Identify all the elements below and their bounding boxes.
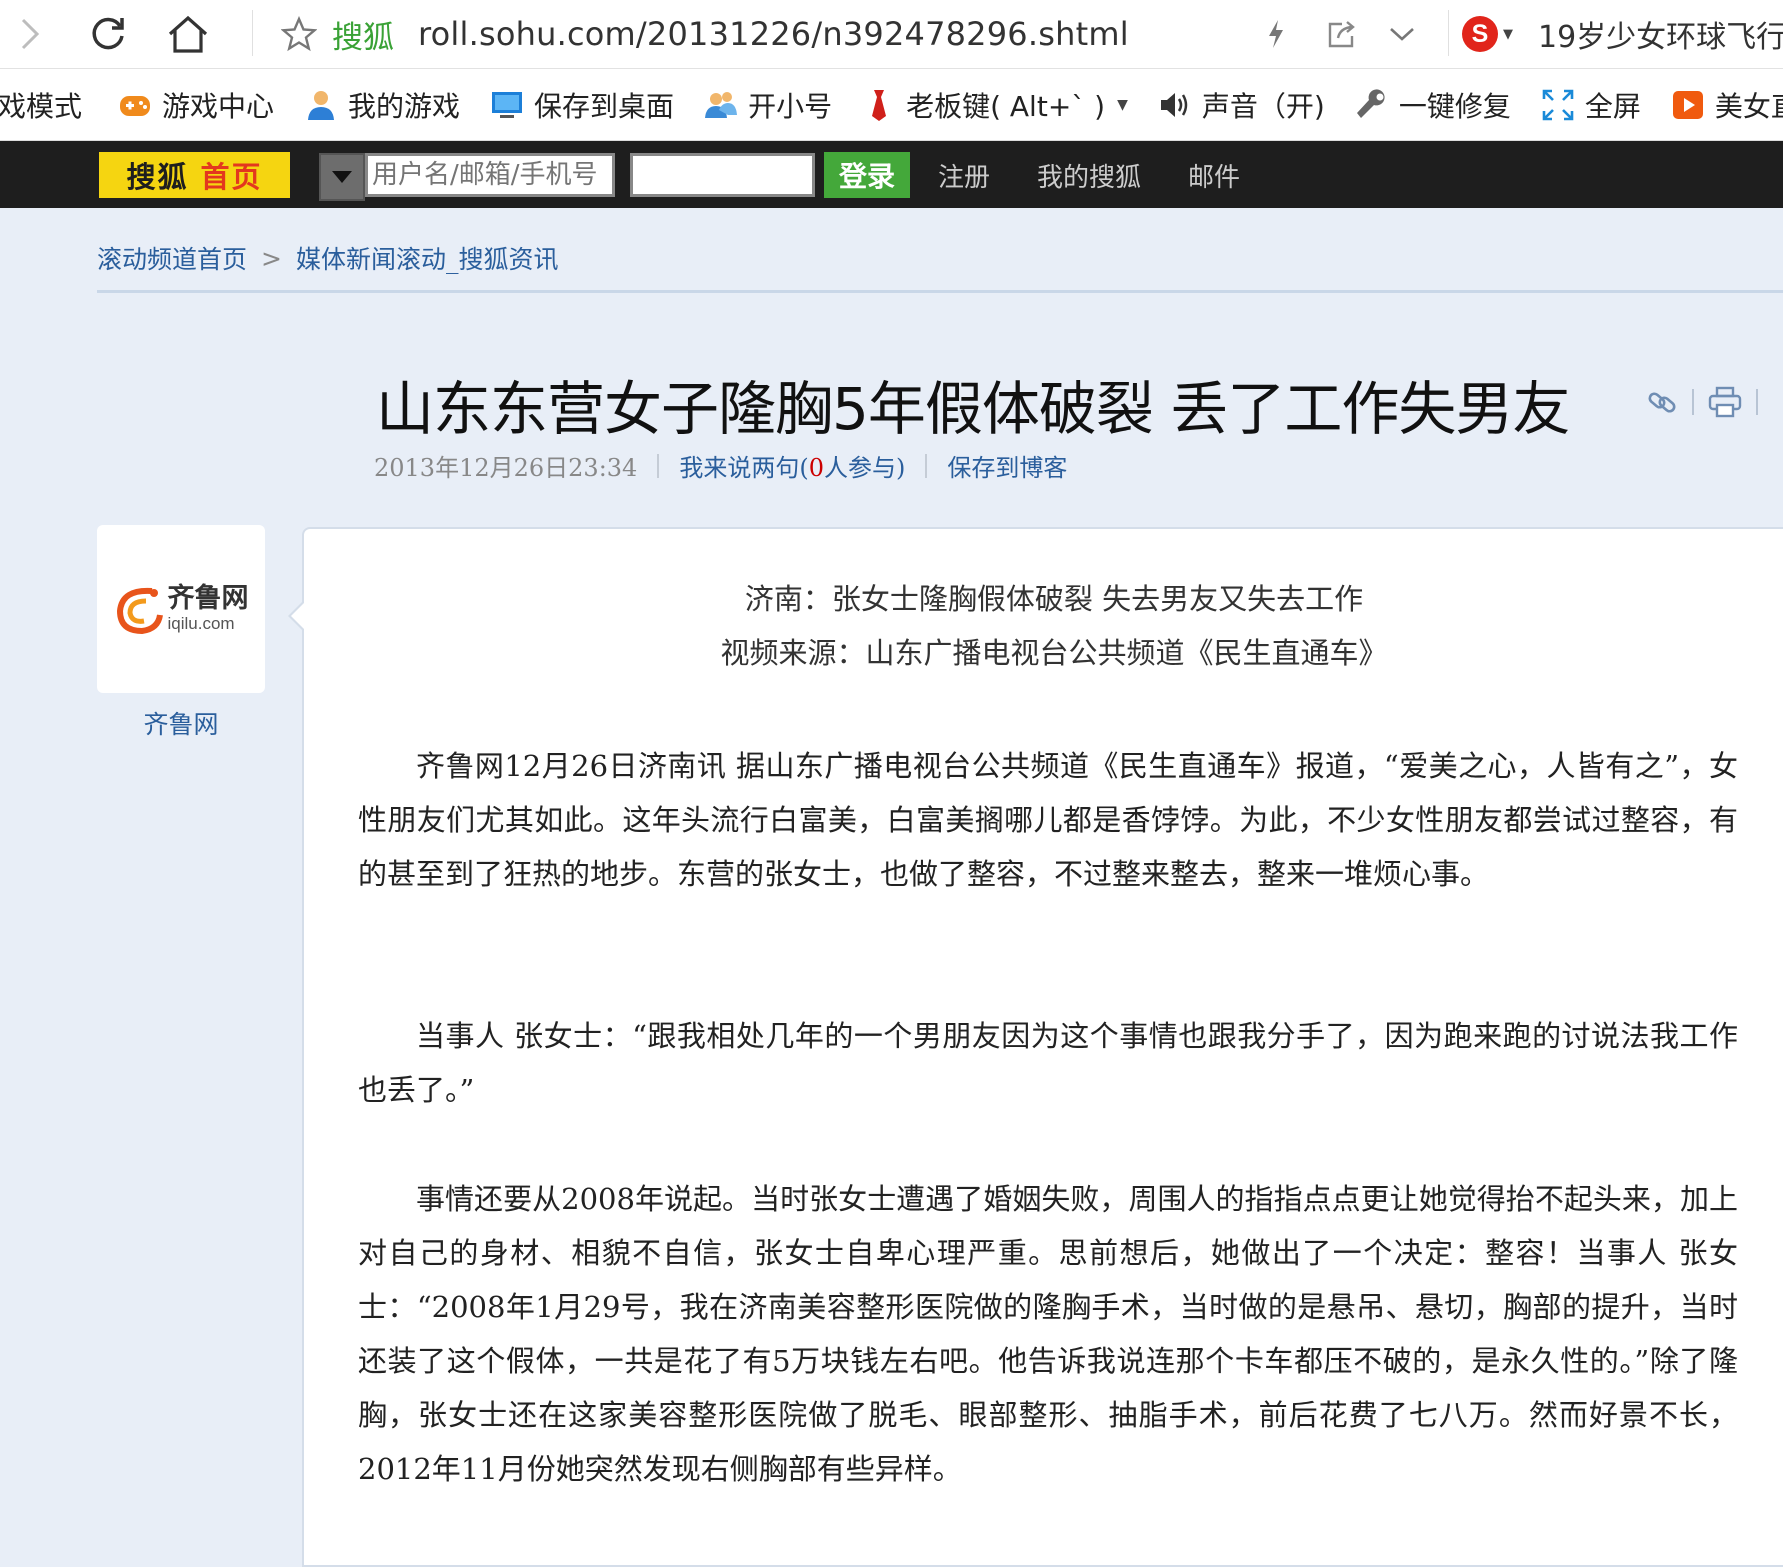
source-logo-main: 齐鲁网: [167, 583, 249, 614]
toolbar-item-label: 美女直: [1714, 89, 1783, 123]
site-brand-label: 搜狐: [332, 19, 394, 56]
speaker-icon: [1160, 92, 1188, 117]
breadcrumb: 滚动频道首页 > 媒体新闻滚动_搜狐资讯: [97, 240, 558, 276]
bookmark-star-button[interactable]: [276, 6, 322, 62]
toolbar-item-label: 开小号: [748, 89, 833, 123]
gamepad-icon: [120, 95, 151, 116]
user-icon: [308, 90, 335, 120]
tools-divider: [1692, 389, 1694, 415]
triangle-down-icon: [332, 171, 352, 183]
save-to-blog-link[interactable]: 保存到博客: [947, 448, 1067, 483]
mail-link[interactable]: 邮件: [1188, 157, 1240, 194]
article-meta: 2013年12月26日23:34 我来说两句(0人参与) 保存到博客: [374, 448, 1067, 483]
lightning-icon: [1269, 20, 1283, 48]
monitor-icon: [492, 91, 523, 118]
toolbar-item-my-games[interactable]: 我的游戏: [304, 85, 460, 125]
register-link[interactable]: 注册: [938, 157, 990, 194]
breadcrumb-separator: >: [261, 243, 282, 273]
toolbar-item-sound[interactable]: 声音（开): [1158, 85, 1325, 125]
breadcrumb-current-link[interactable]: 媒体新闻滚动_搜狐资讯: [296, 240, 559, 276]
toolbar-item-save-desktop[interactable]: 保存到桌面: [490, 85, 674, 125]
source-logo-card[interactable]: 齐鲁网 iqilu.com: [97, 525, 265, 693]
share-icon: [1328, 21, 1355, 48]
tie-icon: [872, 89, 887, 121]
meta-divider: [925, 453, 928, 478]
link-icon[interactable]: [1646, 386, 1678, 418]
home-button[interactable]: [158, 6, 218, 62]
wrench-icon: [1356, 88, 1385, 118]
iqilu-swirl-icon: [116, 587, 163, 635]
login-type-dropdown[interactable]: [319, 153, 365, 201]
browser-toolbar: 戏模式 游戏中心 我的游戏 保存到桌面 开小号 老板键( Alt+` ) ▼ 声…: [0, 69, 1783, 141]
toolbar-item-label: 老板键( Alt+` ): [906, 89, 1106, 123]
forward-button[interactable]: [12, 6, 48, 62]
username-input[interactable]: [365, 153, 615, 197]
login-button[interactable]: 登录: [824, 152, 910, 198]
source-logo-sub: iqilu.com: [167, 614, 235, 633]
toolbar-item-label: 声音（开): [1201, 89, 1325, 123]
share-button[interactable]: [1318, 6, 1364, 62]
reload-button[interactable]: [80, 6, 136, 62]
source-name-link[interactable]: 齐鲁网: [97, 705, 265, 741]
sohu-top-bar: 搜狐 首页 登录 注册 我的搜狐 邮件: [0, 141, 1783, 208]
print-icon[interactable]: [1708, 386, 1742, 418]
star-icon: [281, 16, 317, 52]
comment-count: 0: [808, 454, 824, 482]
toolbar-item-label: 戏模式: [0, 89, 83, 123]
toolbar-item-live[interactable]: 美女直: [1671, 85, 1783, 125]
chevron-down-icon: [1390, 28, 1414, 41]
comment-prefix: 我来说两句(: [679, 454, 809, 482]
sohu-home-text: 首页: [200, 160, 263, 194]
tools-divider: [1756, 389, 1758, 415]
search-suggestion[interactable]: 19岁少女环球飞行: [1538, 6, 1783, 62]
speed-mode-button[interactable]: [1256, 6, 1296, 62]
chevron-right-icon: [21, 18, 40, 50]
toolbar-item-game-mode[interactable]: 戏模式: [0, 85, 82, 125]
search-engine-selector[interactable]: S ▼: [1462, 6, 1524, 62]
users-icon: [705, 91, 738, 118]
sohu-logo-text: 搜狐: [126, 160, 189, 194]
toolbar-item-fullscreen[interactable]: 全屏: [1541, 85, 1641, 125]
toolbar-item-game-center[interactable]: 游戏中心: [118, 85, 274, 125]
article-paragraph: 事情还要从2008年说起。当时张女士遭遇了婚姻失败，周围人的指指点点更让她觉得抬…: [358, 1182, 1738, 1486]
article-date: 2013年12月26日23:34: [374, 454, 638, 482]
reload-icon: [92, 17, 124, 50]
caret-down-icon: ▼: [1503, 26, 1513, 42]
sohu-home-link[interactable]: 搜狐 首页: [99, 152, 290, 198]
play-icon: [1672, 90, 1703, 119]
video-caption-source: 视频来源：山东广播电视台公共频道《民生直通车》: [720, 636, 1388, 670]
breadcrumb-divider: [97, 290, 1783, 293]
comment-link[interactable]: 我来说两句(0人参与): [679, 448, 905, 483]
password-input[interactable]: [630, 153, 815, 197]
toolbar-item-alt-account[interactable]: 开小号: [704, 85, 832, 125]
toolbar-item-repair[interactable]: 一键修复: [1355, 85, 1511, 125]
sogou-logo-icon: S: [1462, 16, 1498, 52]
iqilu-logo: 齐鲁网 iqilu.com: [114, 581, 249, 637]
article-paragraph: 当事人 张女士：“跟我相处几年的一个男朋友因为这个事情也跟我分手了，因为跑来跑的…: [358, 1019, 1738, 1107]
toolbar-divider: [1448, 10, 1449, 56]
url-field[interactable]: roll.sohu.com/20131226/n392478296.shtml: [418, 6, 1129, 62]
article-content: 济南：张女士隆胸假体破裂 失去男友又失去工作 视频来源：山东广播电视台公共频道《…: [288, 527, 1783, 1567]
meta-divider: [657, 453, 660, 478]
toolbar-item-label: 游戏中心: [162, 89, 275, 123]
article-tools: [1646, 386, 1772, 418]
browser-address-bar: 搜狐 roll.sohu.com/20131226/n392478296.sht…: [0, 0, 1783, 69]
toolbar-item-label: 保存到桌面: [534, 89, 675, 123]
home-icon: [168, 15, 208, 53]
address-dropdown-button[interactable]: [1382, 6, 1422, 62]
toolbar-divider: [252, 10, 253, 56]
breadcrumb-home-link[interactable]: 滚动频道首页: [97, 240, 247, 276]
my-sohu-link[interactable]: 我的搜狐: [1037, 157, 1141, 194]
toolbar-item-boss-key[interactable]: 老板键( Alt+` ) ▼: [862, 85, 1128, 125]
article-title: 山东东营女子隆胸5年假体破裂 丢了工作失男友: [376, 375, 1570, 443]
toolbar-item-label: 一键修复: [1398, 89, 1511, 123]
article-paragraph: 齐鲁网12月26日济南讯 据山东广播电视台公共频道《民生直通车》报道，“爱美之心…: [358, 749, 1738, 891]
caret-down-icon[interactable]: ▼: [1117, 97, 1128, 113]
toolbar-item-label: 全屏: [1584, 89, 1641, 123]
video-caption-title: 济南：张女士隆胸假体破裂 失去男友又失去工作: [744, 582, 1364, 616]
fullscreen-icon: [1542, 89, 1574, 120]
comment-suffix: 人参与): [823, 454, 906, 482]
toolbar-item-label: 我的游戏: [348, 89, 461, 123]
